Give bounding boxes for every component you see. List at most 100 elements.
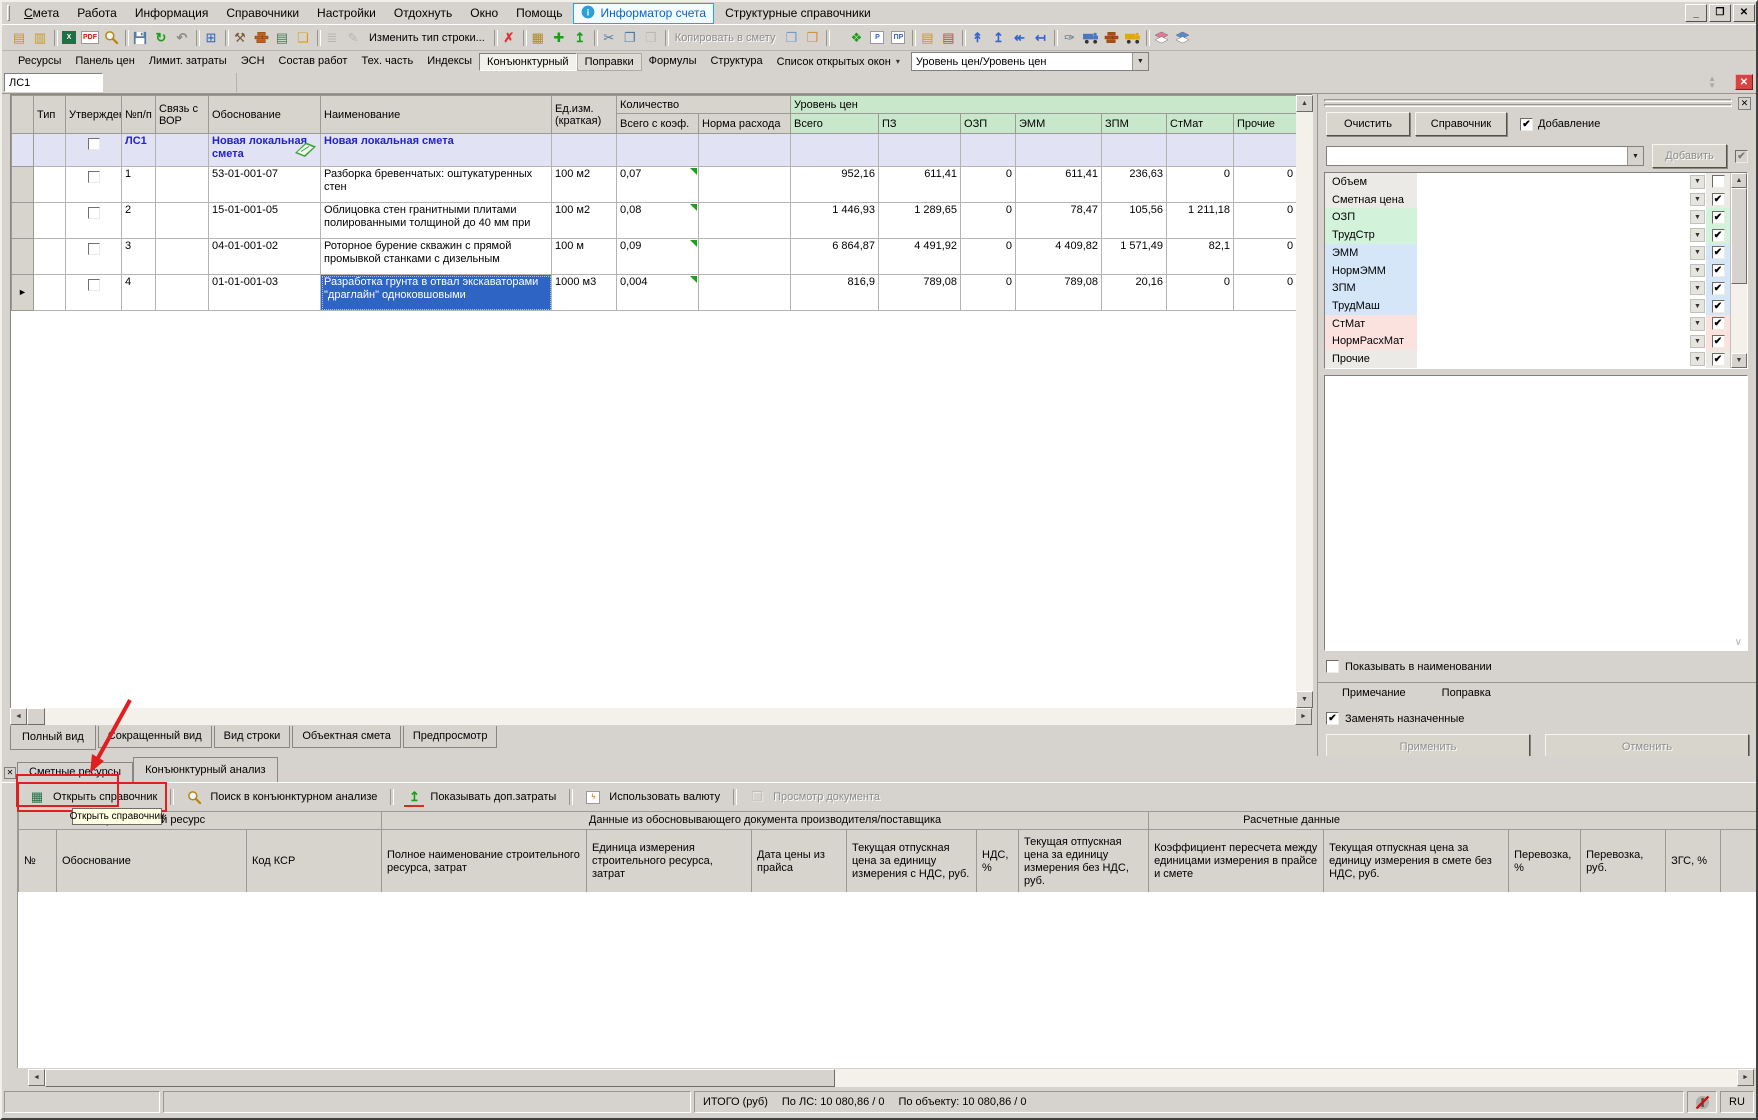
param-prochie-combo[interactable] [1417, 350, 1689, 368]
search-icon[interactable] [184, 787, 204, 807]
cell-price-6[interactable]: 0 [1234, 203, 1296, 239]
cell-norm[interactable] [699, 275, 791, 311]
menu-nastroyki[interactable]: Настройки [308, 3, 385, 23]
dropdown-arrow-icon[interactable] [1690, 335, 1705, 349]
cell-price-2[interactable] [961, 134, 1016, 167]
tab-popravka[interactable]: Поправка [1426, 683, 1507, 707]
approved-checkbox[interactable] [66, 239, 122, 275]
cell-price-5[interactable]: 82,1 [1167, 239, 1234, 275]
col-num[interactable]: №п/п [122, 96, 156, 134]
approved-checkbox[interactable] [66, 203, 122, 239]
layers-pink-icon[interactable] [1151, 28, 1171, 48]
param-trudstr-checkbox[interactable] [1706, 226, 1730, 244]
panel-esn[interactable]: ЭСН [234, 53, 272, 71]
cell-price-2[interactable]: 0 [961, 167, 1016, 203]
analysis-col-7[interactable]: НДС, % [977, 830, 1019, 894]
show-in-name-checkbox[interactable]: Показывать в наименовании [1326, 660, 1492, 673]
analysis-col-4[interactable]: Единица измерения строительного ресурса,… [587, 830, 752, 894]
comment-icon[interactable]: ❏ [293, 28, 313, 48]
col-vor[interactable]: Связь с ВОР [156, 96, 209, 134]
dropdown-arrow-icon[interactable] [1690, 210, 1705, 224]
col-unit[interactable]: Ед.изм. (краткая) [552, 96, 617, 134]
row-marker[interactable] [12, 167, 34, 203]
panel-works[interactable]: Состав работ [272, 53, 355, 71]
open-windows-dropdown[interactable]: Список открытых окон ▾ [770, 54, 907, 70]
cell-justification[interactable]: 01-01-001-03 [209, 275, 321, 311]
menu-item-structural-refs[interactable]: Структурные справочники [716, 3, 880, 23]
row-marker[interactable] [12, 203, 34, 239]
tab-polny-vid[interactable]: Полный вид [10, 725, 96, 750]
clear-button[interactable]: Очистить [1326, 112, 1410, 136]
scroll-down-icon[interactable] [1731, 353, 1747, 368]
cell-name[interactable]: Облицовка стен гранитными плитами полиро… [321, 203, 552, 239]
param-ozp-combo[interactable] [1417, 208, 1689, 226]
col-price-2[interactable]: ОЗП [961, 114, 1016, 134]
search-icon[interactable] [101, 28, 121, 48]
materials-stack-icon[interactable] [1101, 28, 1121, 48]
cell-type[interactable] [34, 167, 66, 203]
col-approved[interactable]: Утвержден [66, 96, 122, 134]
bottom-horizontal-scrollbar[interactable] [2, 1068, 1756, 1088]
cell-price-2[interactable]: 0 [961, 239, 1016, 275]
cell-price-4[interactable]: 105,56 [1102, 203, 1167, 239]
open-reference-button[interactable]: ▦Открыть справочник [19, 784, 165, 810]
group-quantity[interactable]: Количество [617, 96, 791, 114]
tab-sokraschenny-vid[interactable]: Сокращенный вид [98, 726, 212, 748]
param-stmat-checkbox[interactable] [1706, 315, 1730, 333]
panel-prices[interactable]: Панель цен [68, 53, 141, 71]
grid-horizontal-scrollbar[interactable] [10, 708, 1312, 725]
params-scrollbar[interactable] [1730, 173, 1747, 368]
param-estimate-price-checkbox[interactable] [1706, 191, 1730, 209]
cell-type[interactable] [34, 239, 66, 275]
panel-resources[interactable]: Ресурсы [11, 53, 68, 71]
cell-name[interactable]: Разработка грунта в отвал экскаваторами … [321, 275, 552, 311]
col-price-4[interactable]: ЗПМ [1102, 114, 1167, 134]
col-name[interactable]: Наименование [321, 96, 552, 134]
menu-rabota[interactable]: Работа [68, 3, 126, 23]
replace-assigned-checkbox[interactable]: Заменять назначенные [1326, 712, 1464, 725]
open-reference-icon[interactable]: ▦ [27, 787, 47, 807]
cell-type[interactable] [34, 134, 66, 167]
panel-struktura[interactable]: Структура [703, 53, 769, 71]
param-normrashmat-combo[interactable] [1417, 333, 1689, 351]
cell-qty[interactable]: 0,08 [617, 203, 699, 239]
delete-structure-icon[interactable]: ▤ [938, 28, 958, 48]
panel-splitter[interactable] [1324, 99, 1732, 109]
cut-icon[interactable]: ✂ [599, 28, 619, 48]
change-row-type-label[interactable]: Изменить тип строки... [364, 32, 490, 44]
materials-icon[interactable] [251, 28, 271, 48]
dropdown-arrow-icon[interactable] [1690, 317, 1705, 331]
scroll-right-icon[interactable] [1295, 708, 1312, 725]
cell-price-0[interactable]: 816,9 [791, 275, 879, 311]
values-listbox[interactable]: ∨ [1324, 375, 1748, 651]
copy-icon[interactable]: ❐ [620, 28, 640, 48]
copy-rows-icon[interactable]: ❐ [781, 28, 801, 48]
analysis-col-5[interactable]: Дата цены из прайса [752, 830, 847, 894]
cell-price-1[interactable]: 1 289,65 [879, 203, 961, 239]
cell-norm[interactable] [699, 134, 791, 167]
cell-price-3[interactable]: 611,41 [1016, 167, 1102, 203]
outdent-all-icon[interactable]: ↤ [1030, 28, 1050, 48]
approved-checkbox[interactable] [66, 134, 122, 167]
param-volume-checkbox[interactable] [1706, 173, 1730, 191]
cell-type[interactable] [34, 203, 66, 239]
cell-price-1[interactable]: 789,08 [879, 275, 961, 311]
cell-norm[interactable] [699, 239, 791, 275]
close-button[interactable]: ✕ [1733, 4, 1755, 22]
analysis-col-8[interactable]: Текущая отпускная цена за единицу измере… [1019, 830, 1149, 894]
excel-export-icon[interactable]: X [59, 28, 79, 48]
cell-unit[interactable]: 100 м [552, 239, 617, 275]
cell-name[interactable]: Новая локальная смета [321, 134, 552, 167]
scroll-right-icon[interactable] [1737, 1069, 1754, 1086]
copy-to-estimate-label[interactable]: Копировать в смету [670, 32, 781, 44]
restore-button[interactable]: ❐ [1709, 4, 1731, 22]
cell-num[interactable]: 3 [122, 239, 156, 275]
tab-smetnye-resursy[interactable]: Сметные ресурсы [17, 762, 133, 782]
cell-vor[interactable] [156, 134, 209, 167]
col-price-5[interactable]: СтМат [1167, 114, 1234, 134]
cell-price-6[interactable]: 0 [1234, 167, 1296, 203]
analysis-col-6[interactable]: Текущая отпускная цена за единицу измере… [847, 830, 977, 894]
estimate-code-input[interactable] [4, 73, 103, 92]
paste-icon[interactable]: ❒ [641, 28, 661, 48]
adding-checkbox[interactable]: Добавление [1520, 118, 1600, 131]
